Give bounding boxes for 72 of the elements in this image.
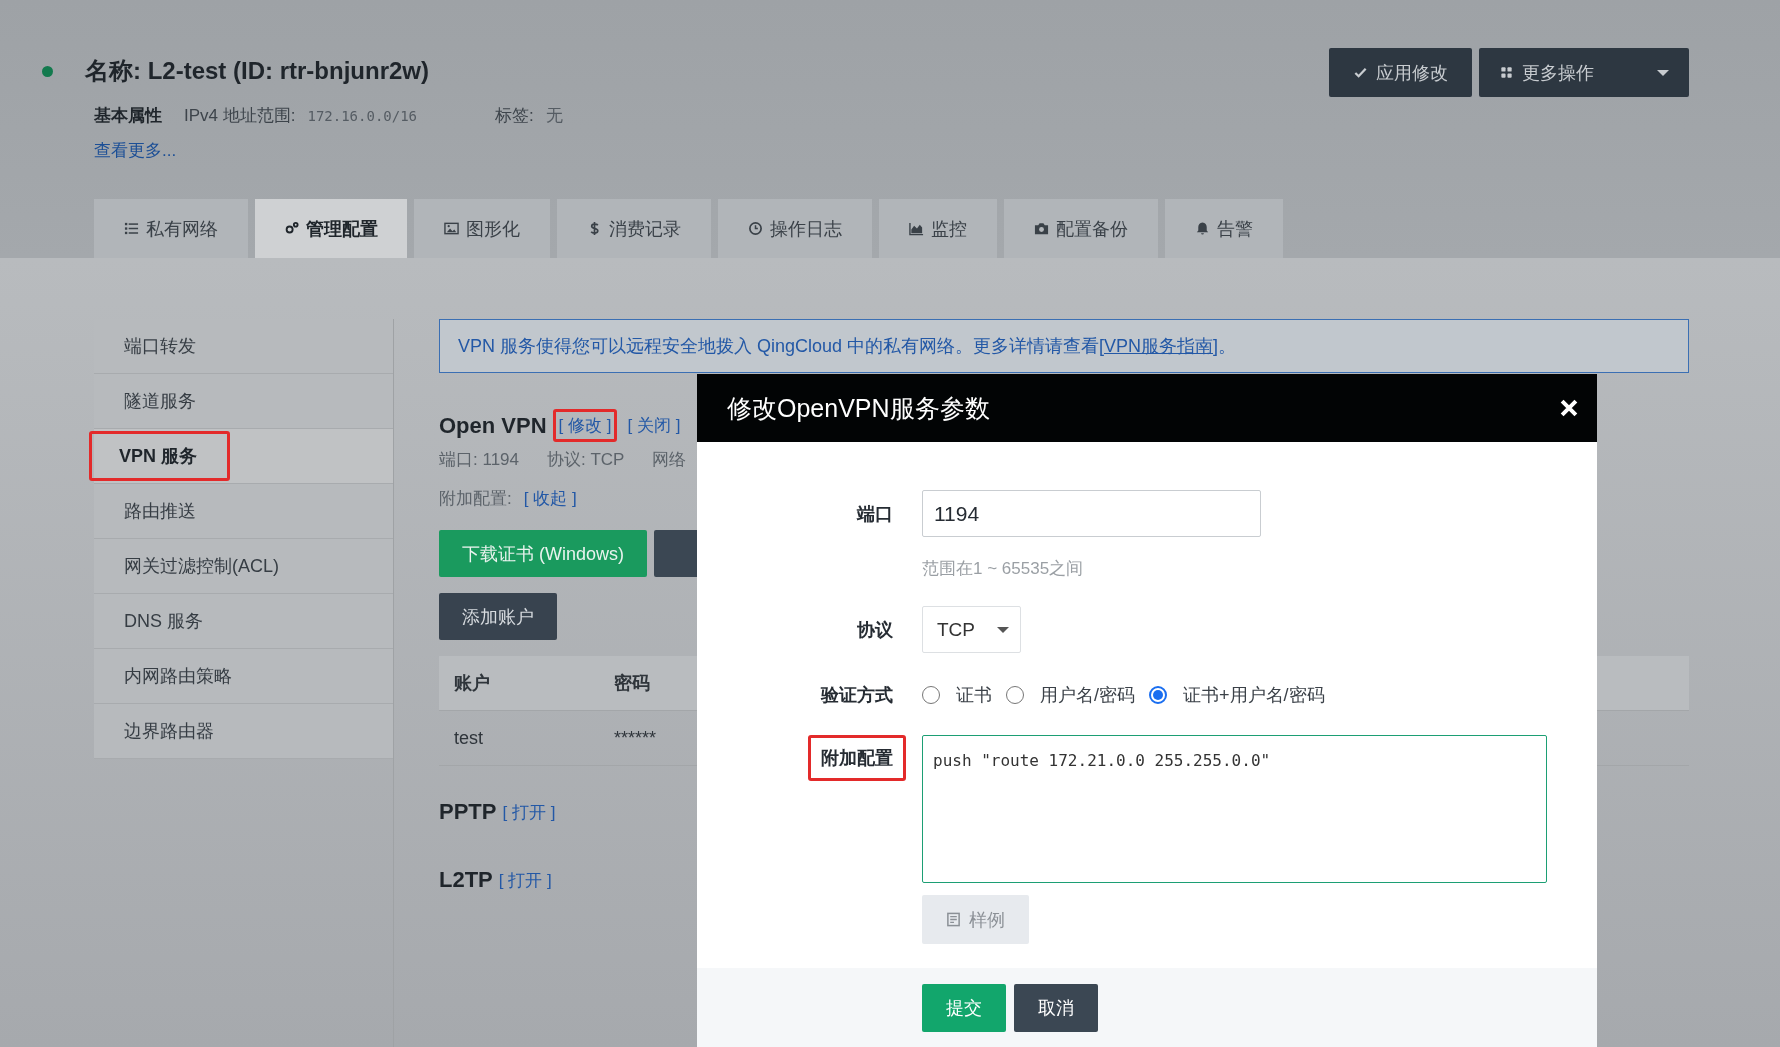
tab[interactable]: 私有网络 [94,199,248,258]
property-value: 无 [545,105,563,127]
tab[interactable]: 监控 [879,199,997,258]
tab[interactable]: 操作日志 [718,199,872,258]
info-text: 端口: 1194 [439,449,519,471]
page-title: 名称: L2-test (ID: rtr-bnjunr2w) [85,56,429,86]
property-label: IPv4 地址范围: [184,105,296,127]
field-label: 端口 [857,502,893,526]
open-link[interactable]: [ 打开 ] [502,800,556,824]
property-value: 172.16.0.0/16 [307,107,418,124]
image-icon [444,221,459,236]
sidebar-item[interactable]: 路由推送 [94,484,393,539]
field-label: 协议 [857,618,893,642]
download-button[interactable]: 下载证书 (Windows) [439,530,647,577]
column-header: 账户 [453,672,491,695]
sample-button[interactable]: 样例 [922,895,1029,944]
port-field[interactable]: 1194 [922,490,1261,537]
table-cell-text: test [453,727,484,749]
guide-link[interactable]: [VPN服务指南] [1099,336,1219,356]
field-hint: 范围在1 ~ 65535之间 [922,558,1085,580]
cancel-button[interactable]: 取消 [1014,984,1098,1032]
apply-button[interactable]: 应用修改 [1329,48,1472,97]
notice-text: VPN 服务使得您可以远程安全地拨入 QingCloud 中的私有网络。更多详情请查看[VPN服务指南]。 [458,335,1237,358]
open-link[interactable]: [ 打开 ] [498,868,552,892]
action-link[interactable]: [ 修改 ] [552,409,618,442]
field-label: 验证方式 [821,684,893,707]
collapse-link[interactable]: [ 收起 ] [523,487,577,510]
sidebar-item[interactable]: 内网路由策略 [94,649,393,704]
clock-icon [748,221,763,236]
more-actions-dropdown[interactable]: 更多操作 [1479,48,1689,97]
section-title: PPTP [439,799,497,825]
config-textarea[interactable]: push "route 172.21.0.0 255.255.0.0" [922,735,1547,883]
section-title: Open VPN [439,412,547,439]
tab[interactable]: 消费记录 [557,199,711,258]
radio-button[interactable] [1149,686,1167,704]
properties-heading: 基本属性 [94,105,162,127]
list-icon [124,221,139,236]
close-icon[interactable] [1559,398,1579,418]
tab[interactable]: 管理配置 [255,199,407,258]
section-title: L2TP [439,867,493,893]
check-icon [1353,65,1368,80]
view-more-link[interactable]: 查看更多... [94,139,177,162]
radio-label: 证书 [956,684,992,707]
add-account-button[interactable]: 添加账户 [439,593,557,640]
caret-icon [997,626,1009,633]
tab[interactable]: 图形化 [414,199,550,258]
property-label: 标签: [495,105,534,127]
info-text: 网络 [652,449,687,471]
table-cell: ****** [614,727,657,749]
bell-icon [1195,221,1210,236]
tab[interactable]: 告警 [1165,199,1283,258]
sidebar-item[interactable]: DNS 服务 [94,594,393,649]
info-text: 协议: TCP [547,449,625,471]
protocol-dropdown[interactable]: TCP [922,606,1021,653]
dialog-title: 修改OpenVPN服务参数 [727,392,990,424]
sidebar-item[interactable]: 边界路由器 [94,704,393,759]
grid-icon [1499,65,1514,80]
radio-label: 用户名/密码 [1040,684,1135,707]
camera-icon [1034,221,1049,236]
document-icon [946,912,961,927]
column-header: 密码 [614,672,650,695]
tab[interactable]: 配置备份 [1004,199,1158,258]
gears-icon [284,221,299,236]
radio-label: 证书+用户名/密码 [1183,684,1325,707]
sidebar-item[interactable]: 网关过滤控制(ACL) [94,539,393,594]
extra-label: 附加配置: [439,488,512,510]
status-dot [42,65,53,77]
area-chart-icon [909,221,924,236]
submit-button[interactable]: 提交 [922,984,1006,1032]
highlight-box: VPN 服务 [89,431,230,481]
field-label: 附加配置 [808,735,906,781]
action-link[interactable]: [ 关闭 ] [621,409,687,442]
